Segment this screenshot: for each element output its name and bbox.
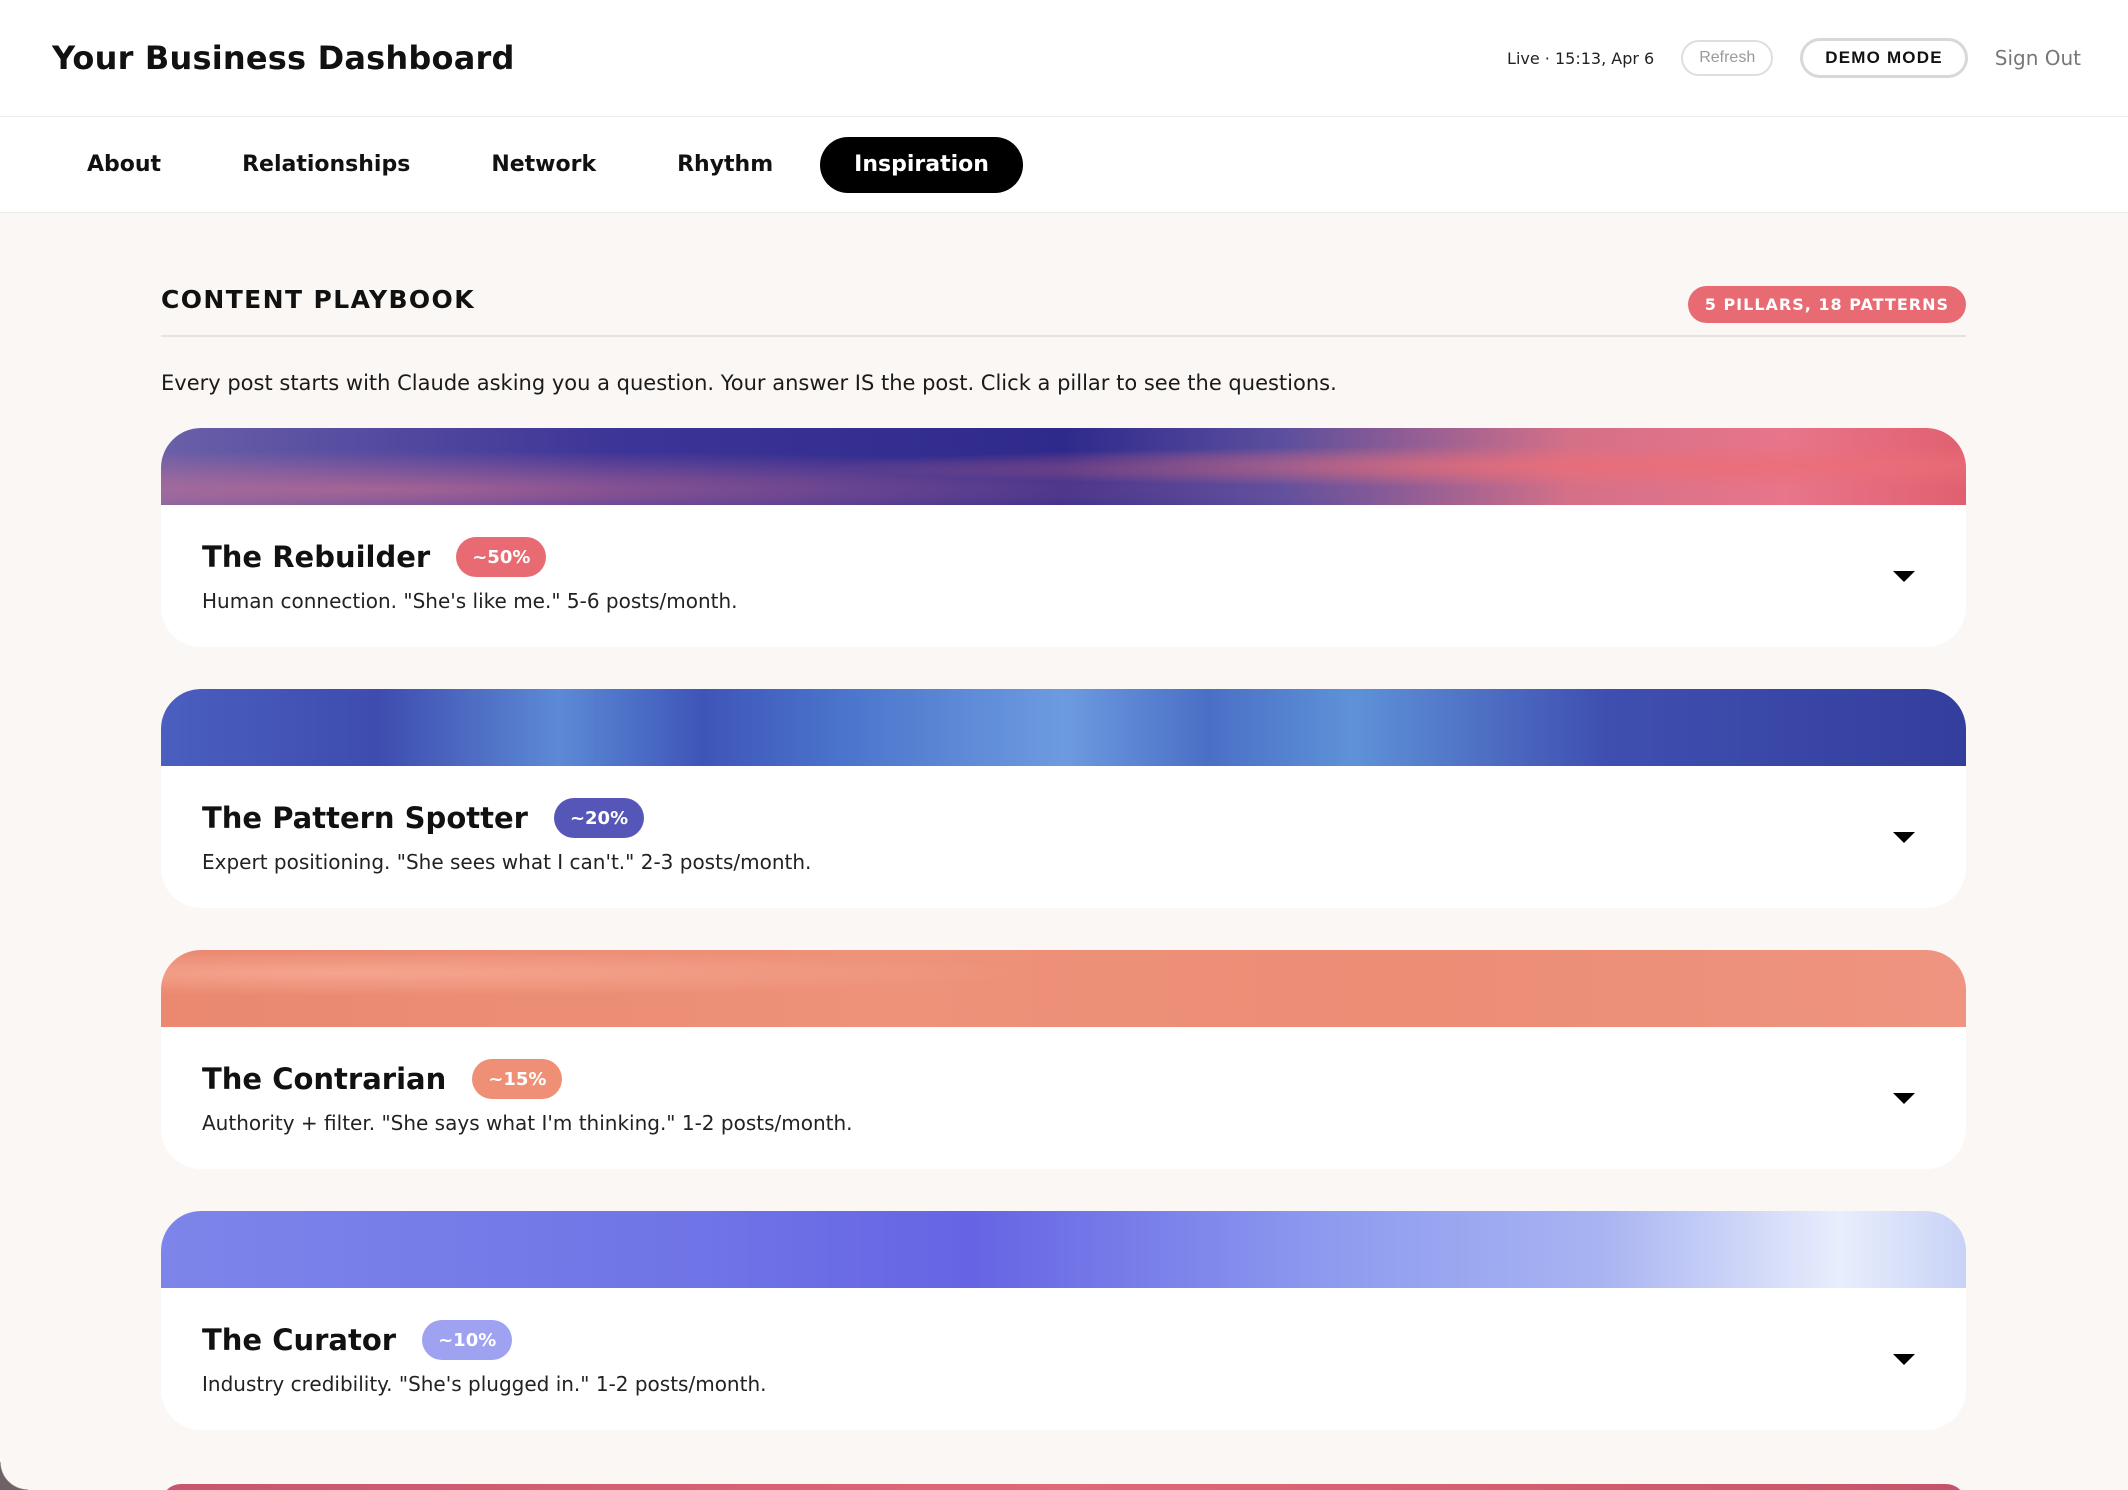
main-content: CONTENT PLAYBOOK 5 PILLARS, 18 PATTERNS … [0, 283, 2128, 1430]
tab-bar: About Relationships Network Rhythm Inspi… [0, 117, 2128, 213]
window-corner [0, 1462, 28, 1490]
pillar-description: Expert positioning. "She sees what I can… [202, 850, 812, 874]
pillar-title-row: The Rebuilder ~50% [202, 537, 1926, 577]
pillar-banner [161, 1211, 1966, 1288]
section-title: CONTENT PLAYBOOK [161, 285, 475, 314]
pillar-banner [161, 950, 1966, 1027]
pillar-body: The Rebuilder ~50% Human connection. "Sh… [161, 505, 1966, 647]
count-badge: 5 PILLARS, 18 PATTERNS [1687, 286, 1966, 323]
tab-relationships[interactable]: Relationships [208, 137, 444, 193]
pillar-body: The Curator ~10% Industry credibility. "… [161, 1288, 1966, 1430]
section-header: CONTENT PLAYBOOK 5 PILLARS, 18 PATTERNS [161, 283, 1966, 337]
refresh-button[interactable]: Refresh [1681, 40, 1774, 76]
sign-out-link[interactable]: Sign Out [1995, 46, 2081, 70]
pillar-body: The Contrarian ~15% Authority + filter. … [161, 1027, 1966, 1169]
tab-inspiration[interactable]: Inspiration [820, 136, 1023, 193]
pillar-card-contrarian[interactable]: The Contrarian ~15% Authority + filter. … [161, 950, 1966, 1169]
pillar-description: Authority + filter. "She says what I'm t… [202, 1111, 853, 1135]
pillar-name: The Rebuilder [202, 540, 431, 574]
pillar-card-curator[interactable]: The Curator ~10% Industry credibility. "… [161, 1211, 1966, 1430]
header-actions: Live · 15:13, Apr 6 Refresh DEMO MODE Si… [1507, 38, 2081, 78]
pillar-body: The Pattern Spotter ~20% Expert position… [161, 766, 1966, 908]
app-header: Your Business Dashboard Live · 15:13, Ap… [0, 0, 2128, 117]
pillar-banner [161, 428, 1966, 505]
chevron-down-icon[interactable] [1893, 1093, 1915, 1104]
intro-text: Every post starts with Claude asking you… [161, 371, 1337, 395]
share-badge: ~20% [553, 798, 645, 838]
page-title: Your Business Dashboard [52, 39, 515, 77]
pillar-card-next-partial[interactable] [161, 1484, 1966, 1490]
share-badge: ~50% [456, 537, 547, 577]
chevron-down-icon[interactable] [1893, 571, 1915, 582]
pillar-list: The Rebuilder ~50% Human connection. "Sh… [161, 428, 1966, 1430]
pillar-card-pattern-spotter[interactable]: The Pattern Spotter ~20% Expert position… [161, 689, 1966, 908]
pillar-description: Industry credibility. "She's plugged in.… [202, 1372, 767, 1396]
tab-about[interactable]: About [53, 137, 195, 193]
tab-rhythm[interactable]: Rhythm [643, 137, 807, 193]
pillar-description: Human connection. "She's like me." 5-6 p… [202, 589, 738, 613]
live-status: Live · 15:13, Apr 6 [1507, 48, 1655, 68]
pillar-title-row: The Curator ~10% [202, 1320, 1926, 1360]
pillar-title-row: The Contrarian ~15% [202, 1059, 1926, 1099]
share-badge: ~10% [422, 1320, 513, 1360]
pillar-card-rebuilder[interactable]: The Rebuilder ~50% Human connection. "Sh… [161, 428, 1966, 647]
demo-mode-button[interactable]: DEMO MODE [1800, 38, 1968, 78]
tab-network[interactable]: Network [457, 137, 630, 193]
pillar-title-row: The Pattern Spotter ~20% [202, 798, 1926, 838]
chevron-down-icon[interactable] [1893, 832, 1915, 843]
chevron-down-icon[interactable] [1893, 1354, 1915, 1365]
pillar-name: The Pattern Spotter [202, 801, 528, 835]
pillar-name: The Contrarian [202, 1062, 447, 1096]
pillar-name: The Curator [202, 1323, 397, 1357]
pillar-banner [161, 689, 1966, 766]
share-badge: ~15% [472, 1059, 563, 1099]
